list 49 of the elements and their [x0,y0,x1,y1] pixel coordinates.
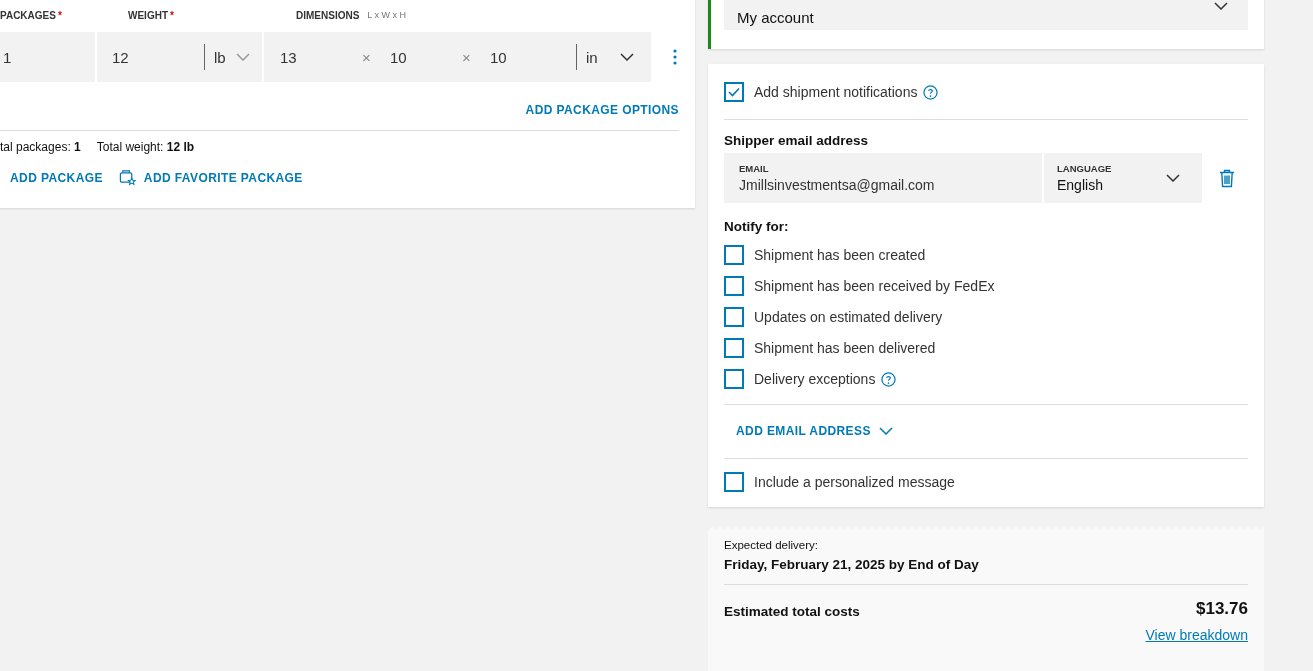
checkbox-label: Shipment has been delivered [754,340,936,356]
multiply-sign: × [462,48,472,66]
checkbox-label: Shipment has been received by FedEx [754,278,995,294]
checkbox[interactable] [724,338,744,358]
packages-field[interactable]: 1 [0,32,95,82]
help-icon[interactable] [923,84,939,100]
view-breakdown-link[interactable]: View breakdown [1145,627,1248,643]
chevron-down-icon[interactable] [1214,2,1228,10]
field-label: WEIGHT * [128,9,175,21]
section-title: Shipper email address [724,133,870,148]
chevron-down-icon[interactable] [619,53,634,61]
total-text: tal packages: 1 [0,140,81,154]
add-favorite-package-link[interactable]: ADD FAVORITE PACKAGE [118,169,303,186]
delivery-date: Friday, February 21, 2025 by End of Day [724,557,980,572]
account-select[interactable]: My account [724,0,1248,30]
checkbox[interactable] [724,276,744,296]
checkbox-label: Delivery exceptions [754,371,876,387]
total-amount: $13.76 [1196,599,1248,619]
total-label: Estimated total costs [724,604,860,619]
unit-select[interactable]: in [576,44,634,70]
check-icon [728,87,740,97]
section-title: Notify for: [724,219,790,234]
checkbox[interactable] [724,307,744,327]
checkbox[interactable] [724,472,744,492]
checkbox-label: Add shipment notifications [754,84,918,100]
help-icon[interactable] [881,371,897,387]
add-email-address-link[interactable]: ADD EMAIL ADDRESS [736,424,893,438]
email-field[interactable]: EMAIL Jmillsinvestmentsa@gmail.com [724,153,1042,203]
checkbox[interactable] [724,245,744,265]
add-package-link[interactable]: ADD PACKAGE [10,169,103,186]
checkbox-label: Updates on estimated delivery [754,309,943,325]
chevron-down-icon[interactable] [1166,174,1180,182]
checkbox-label: Shipment has been created [754,247,926,263]
field-label: PACKAGES * [0,9,63,21]
weight-field[interactable]: 12 lb [97,32,262,82]
checkbox[interactable] [724,369,744,389]
more-options-icon[interactable] [673,49,677,65]
checkbox-label: Include a personalized message [754,474,955,490]
total-text: Total weight: 12 lb [96,140,195,154]
dimensions-hint: L x W x H [367,10,406,20]
multiply-sign: × [362,48,372,66]
field-label: DIMENSIONS [296,9,360,21]
dimensions-field[interactable]: 13 × 10 × 10 in [264,32,651,82]
add-package-options-link[interactable]: ADD PACKAGE OPTIONS [525,102,679,118]
checkbox[interactable] [724,82,744,102]
delivery-label: Expected delivery: [724,539,819,551]
unit-select[interactable]: lb [204,44,250,70]
trash-icon[interactable] [1219,168,1235,188]
language-select[interactable]: LANGUAGE English [1044,153,1202,203]
